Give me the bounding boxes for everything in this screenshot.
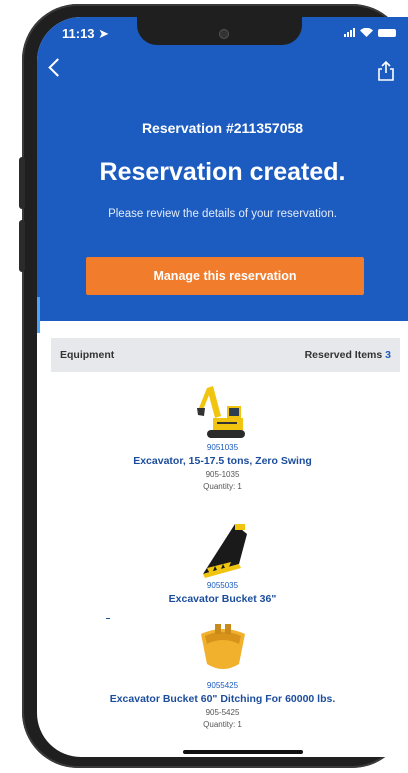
location-arrow-icon: ➤	[98, 26, 110, 41]
side-button	[19, 157, 25, 209]
item-sku: 9055425	[206, 681, 239, 690]
equipment-header: Equipment Reserved Items 3	[51, 338, 400, 372]
wifi-icon	[360, 28, 373, 37]
divider-fragment	[106, 618, 110, 619]
item-name[interactable]: Excavator Bucket 36"	[37, 593, 408, 605]
item-name[interactable]: Excavator, 15-17.5 tons, Zero Swing	[37, 455, 408, 467]
excavator-image	[196, 386, 245, 438]
reservation-number: Reservation #211357058	[141, 120, 304, 136]
item-quantity: Quantity: 1	[203, 720, 242, 729]
reserved-items-label: Reserved Items	[304, 349, 383, 361]
reserved-items: Reserved Items 3	[305, 349, 391, 361]
home-indicator[interactable]	[183, 750, 303, 754]
bucket-image	[202, 524, 247, 578]
scroll-accent	[37, 297, 40, 333]
list-item[interactable]: 9051035 Excavator, 15-17.5 tons, Zero Sw…	[37, 380, 408, 491]
item-sku: 9055035	[206, 581, 239, 590]
manage-reservation-button[interactable]: Manage this reservation	[86, 257, 364, 295]
item-name[interactable]: Excavator Bucket 60" Ditching For 60000 …	[37, 693, 408, 705]
signal-icon	[344, 28, 355, 37]
status-icons	[344, 28, 396, 37]
app-screen: 11:13 ➤ Reservation #211357058 Reservati…	[37, 17, 408, 757]
list-item[interactable]: 9055035 Excavator Bucket 36"	[37, 520, 408, 605]
share-icon[interactable]	[376, 60, 396, 82]
item-part-number: 905-5425	[205, 708, 240, 717]
reserved-count: 3	[385, 349, 391, 361]
list-item[interactable]: 9055425 Excavator Bucket 60" Ditching Fo…	[37, 620, 408, 729]
item-part-number: 905-1035	[205, 470, 240, 479]
item-quantity: Quantity: 1	[203, 482, 242, 491]
item-sku: 9051035	[206, 443, 239, 452]
review-subtext: Please review the details of your reserv…	[108, 208, 337, 220]
equipment-label: Equipment	[60, 349, 115, 361]
status-time-text: 11:13	[62, 26, 95, 41]
side-button	[19, 220, 25, 272]
battery-icon	[378, 28, 396, 37]
camera-icon	[219, 29, 229, 39]
ditching-bucket-image	[200, 624, 245, 669]
page-title: Reservation created.	[99, 158, 346, 186]
status-time: 11:13 ➤	[62, 26, 109, 42]
